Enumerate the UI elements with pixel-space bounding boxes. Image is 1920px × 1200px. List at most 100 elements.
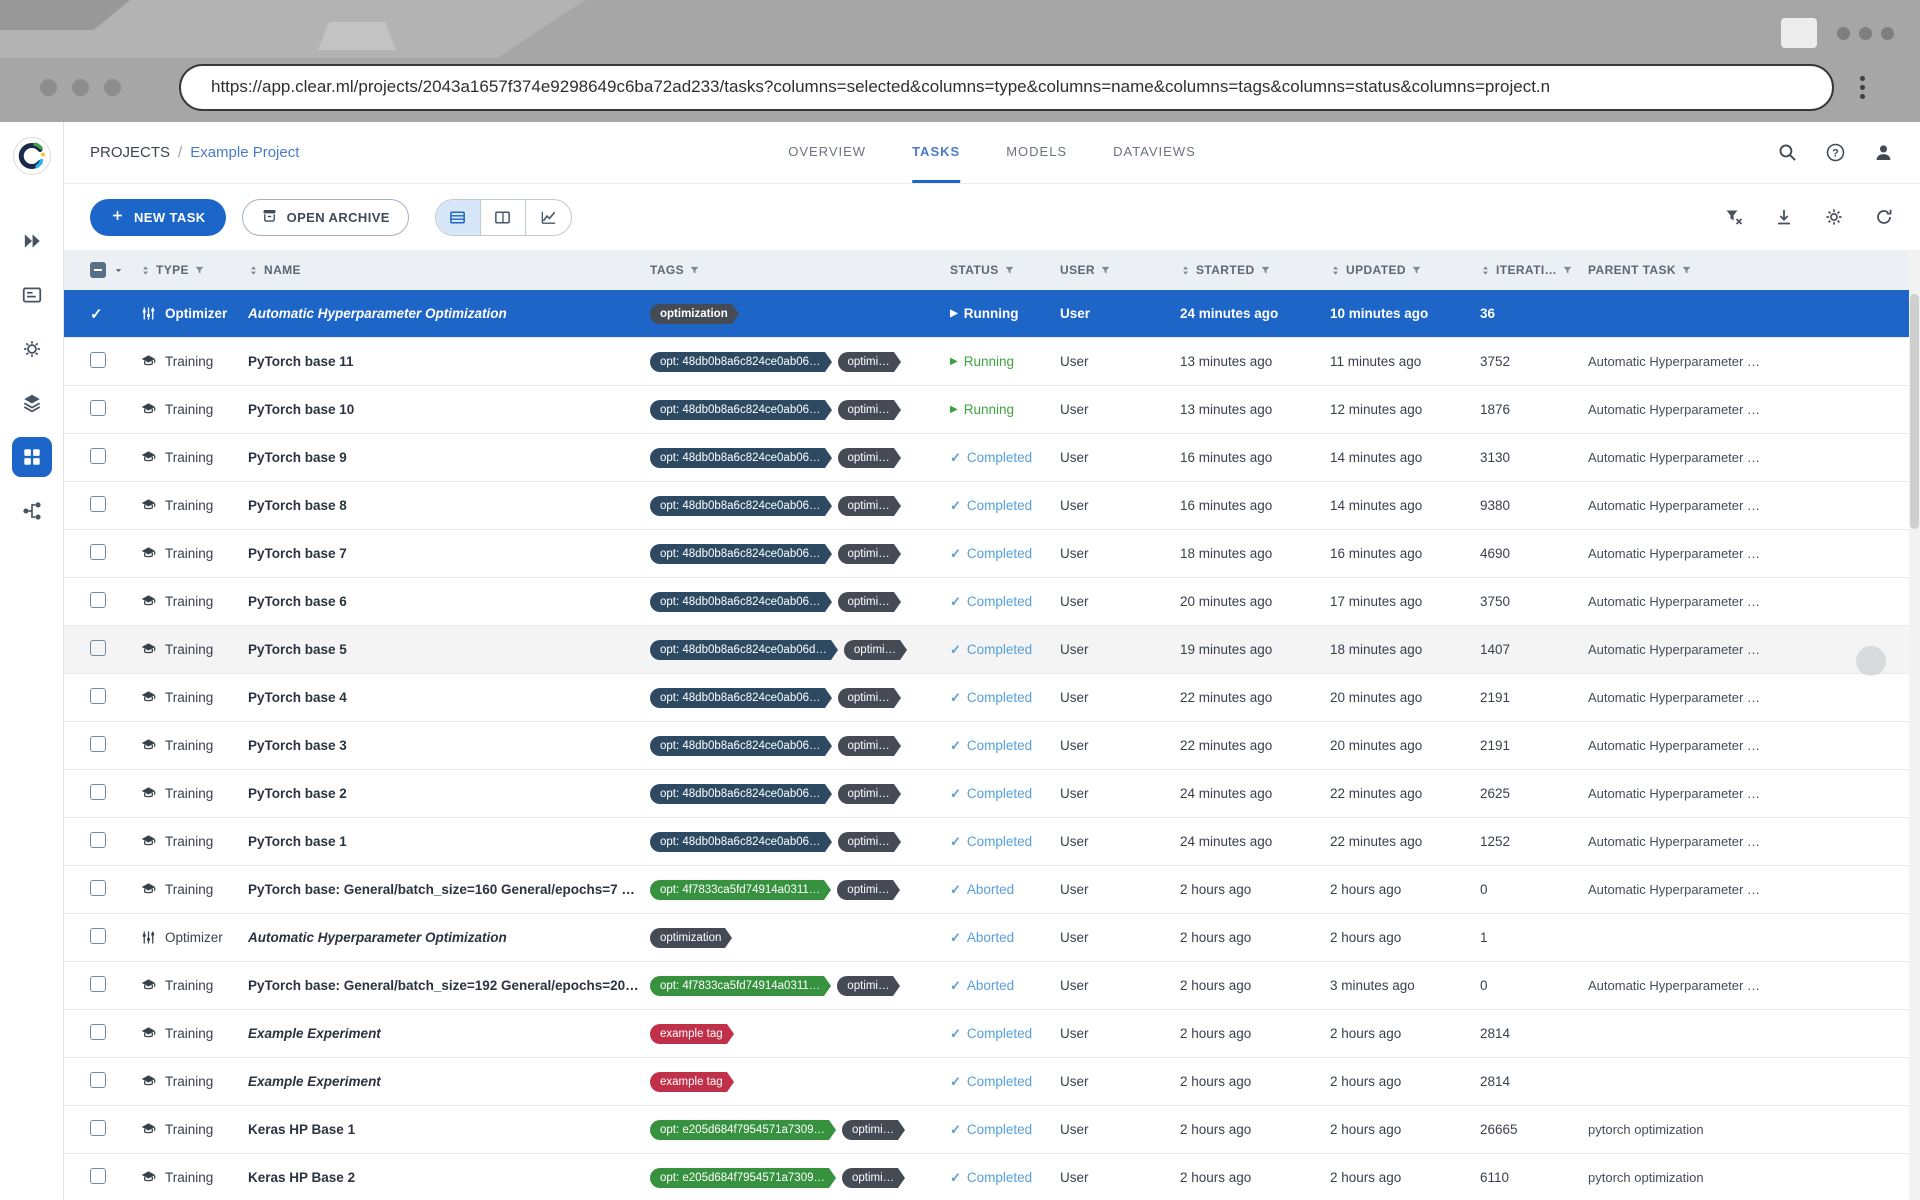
vertical-scrollbar[interactable] (1909, 250, 1920, 1200)
filter-reset-icon[interactable] (1724, 207, 1744, 227)
task-name[interactable]: PyTorch base 11 (248, 354, 650, 369)
window-button[interactable] (1781, 18, 1817, 48)
task-name[interactable]: Example Experiment (248, 1074, 650, 1089)
row-checkbox[interactable] (90, 832, 106, 848)
task-name[interactable]: PyTorch base 8 (248, 498, 650, 513)
table-row[interactable]: Training PyTorch base 6 opt: 48db0b8a6c8… (64, 578, 1920, 626)
filter-toggle[interactable] (1100, 265, 1111, 276)
split-view-button[interactable] (481, 199, 526, 235)
task-name[interactable]: Keras HP Base 2 (248, 1170, 650, 1185)
filter-toggle[interactable] (194, 265, 205, 276)
sort-toggle[interactable] (248, 265, 259, 276)
row-checkbox[interactable] (90, 1168, 106, 1184)
row-checkbox[interactable] (90, 928, 106, 944)
sidebar-item-datasets[interactable] (12, 383, 52, 423)
task-name[interactable]: PyTorch base: General/batch_size=160 Gen… (248, 882, 650, 897)
table-view-button[interactable] (435, 199, 481, 235)
settings-icon[interactable] (1824, 207, 1844, 227)
table-row[interactable]: Training PyTorch base 2 opt: 48db0b8a6c8… (64, 770, 1920, 818)
row-checkbox[interactable] (90, 1120, 106, 1136)
sidebar-item-launch[interactable] (12, 221, 52, 261)
user-icon[interactable] (1873, 142, 1894, 163)
row-checkbox[interactable] (90, 736, 106, 752)
row-checkbox[interactable] (90, 1024, 106, 1040)
table-row[interactable]: Training PyTorch base 4 opt: 48db0b8a6c8… (64, 674, 1920, 722)
sidebar-item-pipelines[interactable] (12, 491, 52, 531)
row-checkbox[interactable] (90, 400, 106, 416)
filter-toggle[interactable] (1411, 265, 1422, 276)
tab-models[interactable]: MODELS (1006, 122, 1067, 183)
tab-overview[interactable]: OVERVIEW (788, 122, 866, 183)
filter-toggle[interactable] (1681, 265, 1692, 276)
task-name[interactable]: PyTorch base 2 (248, 786, 650, 801)
tab-dataviews[interactable]: DATAVIEWS (1113, 122, 1196, 183)
sidebar-item-reports[interactable] (12, 275, 52, 315)
row-checkbox[interactable] (90, 784, 106, 800)
task-name[interactable]: PyTorch base 4 (248, 690, 650, 705)
table-row[interactable]: Training PyTorch base 9 opt: 48db0b8a6c8… (64, 434, 1920, 482)
table-row[interactable]: Training Example Experiment example tag … (64, 1010, 1920, 1058)
browser-menu-icon[interactable] (1860, 75, 1865, 99)
row-checkbox[interactable] (90, 496, 106, 512)
task-name[interactable]: PyTorch base 3 (248, 738, 650, 753)
select-all-checkbox[interactable] (90, 262, 106, 278)
row-checkbox[interactable] (90, 880, 106, 896)
table-row[interactable]: Training PyTorch base 5 opt: 48db0b8a6c8… (64, 626, 1920, 674)
task-name[interactable]: Automatic Hyperparameter Optimization (248, 930, 650, 945)
clearml-logo[interactable] (12, 136, 52, 176)
help-icon[interactable]: ? (1825, 142, 1846, 163)
tab-tasks[interactable]: TASKS (912, 122, 961, 183)
sort-toggle[interactable] (140, 265, 151, 276)
open-archive-button[interactable]: OPEN ARCHIVE (241, 198, 409, 236)
table-row[interactable]: Training PyTorch base 10 opt: 48db0b8a6c… (64, 386, 1920, 434)
sort-toggle[interactable] (1330, 265, 1341, 276)
download-icon[interactable] (1774, 207, 1794, 227)
row-checkbox[interactable] (90, 544, 106, 560)
row-checkbox[interactable] (90, 640, 106, 656)
row-checkbox[interactable] (90, 592, 106, 608)
sidebar-item-projects[interactable] (11, 437, 52, 477)
table-row[interactable]: Optimizer Automatic Hyperparameter Optim… (64, 914, 1920, 962)
table-row[interactable]: Training Keras HP Base 2 opt: e205d684f7… (64, 1154, 1920, 1200)
task-name[interactable]: PyTorch base 6 (248, 594, 650, 609)
new-task-button[interactable]: NEW TASK (90, 198, 226, 236)
window-menu-dots[interactable] (1837, 26, 1894, 40)
task-name[interactable]: PyTorch base 7 (248, 546, 650, 561)
task-name[interactable]: Keras HP Base 1 (248, 1122, 650, 1137)
scrollbar-thumb[interactable] (1910, 294, 1919, 529)
task-name[interactable]: PyTorch base: General/batch_size=192 Gen… (248, 978, 650, 993)
task-name[interactable]: Example Experiment (248, 1026, 650, 1041)
table-row[interactable]: Training Example Experiment example tag … (64, 1058, 1920, 1106)
table-row[interactable]: Training PyTorch base: General/batch_siz… (64, 866, 1920, 914)
row-checkbox[interactable] (90, 352, 106, 368)
task-name[interactable]: PyTorch base 1 (248, 834, 650, 849)
address-bar[interactable]: https://app.clear.ml/projects/2043a1657f… (179, 63, 1834, 111)
filter-toggle[interactable] (1562, 265, 1573, 276)
sidebar-item-workers[interactable] (12, 329, 52, 369)
select-dropdown-icon[interactable] (113, 265, 124, 276)
filter-toggle[interactable] (689, 265, 700, 276)
row-checkbox[interactable] (90, 448, 106, 464)
table-row[interactable]: ✓ Optimizer Automatic Hyperparameter Opt… (64, 290, 1920, 338)
row-checkbox[interactable] (90, 688, 106, 704)
sort-toggle[interactable] (1480, 265, 1491, 276)
breadcrumb-current[interactable]: Example Project (190, 144, 299, 161)
row-checkbox[interactable] (90, 1072, 106, 1088)
filter-toggle[interactable] (1004, 265, 1015, 276)
chart-view-button[interactable] (526, 200, 571, 235)
table-row[interactable]: Training Keras HP Base 1 opt: e205d684f7… (64, 1106, 1920, 1154)
window-traffic-lights[interactable] (40, 78, 121, 96)
table-row[interactable]: Training PyTorch base 8 opt: 48db0b8a6c8… (64, 482, 1920, 530)
task-name[interactable]: PyTorch base 9 (248, 450, 650, 465)
row-checkbox-checked[interactable]: ✓ (90, 306, 103, 323)
table-row[interactable]: Training PyTorch base: General/batch_siz… (64, 962, 1920, 1010)
row-checkbox[interactable] (90, 976, 106, 992)
task-name[interactable]: Automatic Hyperparameter Optimization (248, 306, 650, 321)
filter-toggle[interactable] (1260, 265, 1271, 276)
sort-toggle[interactable] (1180, 265, 1191, 276)
table-row[interactable]: Training PyTorch base 3 opt: 48db0b8a6c8… (64, 722, 1920, 770)
table-row[interactable]: Training PyTorch base 11 opt: 48db0b8a6c… (64, 338, 1920, 386)
task-name[interactable]: PyTorch base 5 (248, 642, 650, 657)
search-icon[interactable] (1777, 142, 1798, 163)
task-name[interactable]: PyTorch base 10 (248, 402, 650, 417)
